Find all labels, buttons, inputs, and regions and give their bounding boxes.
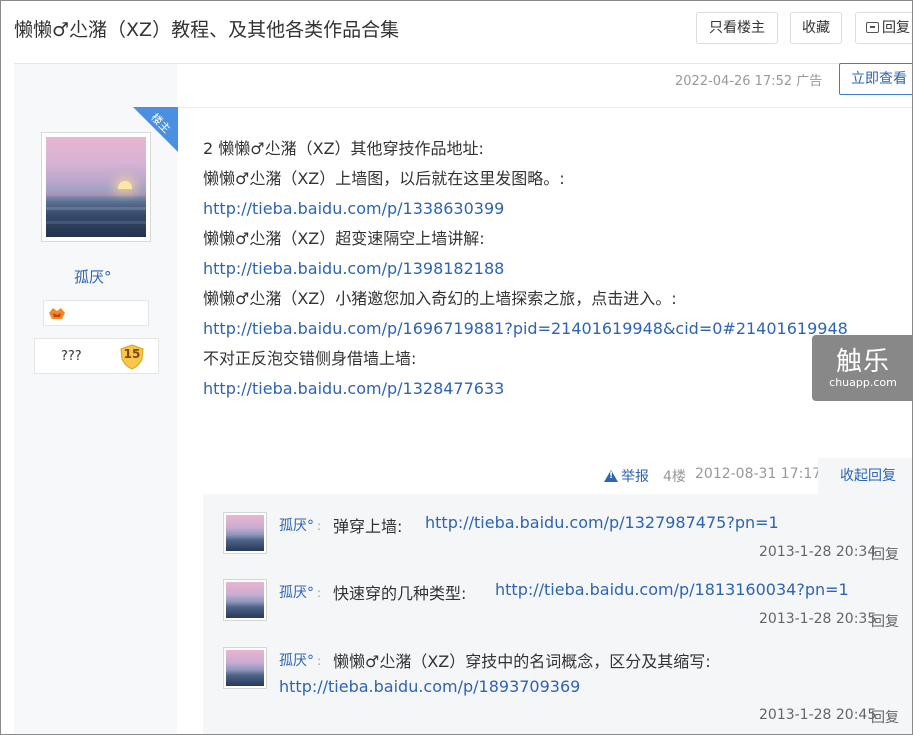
post-line: 懒懒♂尐潴（XZ）超变速隔空上墙讲解: xyxy=(203,224,843,254)
avatar-wave xyxy=(46,192,146,196)
comment-time: 2013-1-28 20:34 xyxy=(759,544,877,560)
comment-username[interactable]: 孤厌°: xyxy=(279,582,324,602)
avatar-wave xyxy=(46,221,146,224)
author-avatar[interactable] xyxy=(41,132,151,242)
comment-avatar[interactable] xyxy=(223,579,267,621)
comment-link[interactable]: http://tieba.baidu.com/p/1327987475?pn=1 xyxy=(425,513,779,532)
post-line: 2 懒懒♂尐潴（XZ）其他穿技作品地址: xyxy=(203,134,843,164)
avatar-wave xyxy=(46,207,146,210)
level-title: ??? xyxy=(61,349,82,364)
report-link[interactable]: 举报 xyxy=(604,466,649,486)
avatar-image xyxy=(226,582,264,618)
comment-link[interactable]: http://tieba.baidu.com/p/1813160034?pn=1 xyxy=(495,580,849,599)
thread-header: 懒懒♂尐潴（XZ）教程、及其他各类作品合集 只看楼主 收藏 回复 xyxy=(1,1,912,57)
watermark-domain: chuapp.com xyxy=(829,376,897,389)
comment-reply-button[interactable]: 回复 xyxy=(871,611,899,631)
avatar-image xyxy=(226,650,264,686)
report-label: 举报 xyxy=(621,469,649,485)
post-text: 懒懒♂尐潴（XZ）小猪邀您加入奇幻的上墙探索之旅，点击进入。: xyxy=(203,289,677,308)
post-text: 不对正反泡交错侧身借墙上墙: xyxy=(203,349,417,368)
favorite-button[interactable]: 收藏 xyxy=(790,12,842,44)
floor-number: 4楼 xyxy=(663,469,686,485)
comment-username[interactable]: 孤厌°: xyxy=(279,515,324,535)
post-text: 2 懒懒♂尐潴（XZ）其他穿技作品地址: xyxy=(203,139,484,158)
comment-text: 弹穿上墙: xyxy=(333,517,403,536)
comment-username-text: 孤厌° xyxy=(279,518,314,534)
only-louzhu-button[interactable]: 只看楼主 xyxy=(696,12,778,44)
author-username[interactable]: 孤厌° xyxy=(74,266,112,287)
comment-icon xyxy=(866,22,879,33)
comment-username-text: 孤厌° xyxy=(279,653,314,669)
comment-username[interactable]: 孤厌°: xyxy=(279,650,324,670)
comment-time: 2013-1-28 20:35 xyxy=(759,611,877,627)
comment-time: 2013-1-28 20:45 xyxy=(759,707,877,723)
ad-datetime: 2022-04-26 17:52 xyxy=(675,74,793,89)
watermark-logo: 触乐 xyxy=(835,347,890,377)
comment-text: 快速穿的几种类型: xyxy=(333,584,467,603)
thread-title: 懒懒♂尐潴（XZ）教程、及其他各类作品合集 xyxy=(14,19,400,41)
post-line: http://tieba.baidu.com/p/1338630399 xyxy=(203,194,843,224)
warning-icon xyxy=(604,470,618,482)
level-number: 15 xyxy=(123,347,141,361)
post-content: 2 懒懒♂尐潴（XZ）其他穿技作品地址: 懒懒♂尐潴（XZ）上墙图，以后就在这里… xyxy=(203,134,848,404)
comment-username-text: 孤厌° xyxy=(279,585,314,601)
avatar-sun xyxy=(118,181,132,189)
comment-link[interactable]: http://tieba.baidu.com/p/1893709369 xyxy=(279,677,580,696)
comment-avatar[interactable] xyxy=(223,512,267,554)
ad-label: 广告 xyxy=(796,74,823,89)
medal-icon[interactable] xyxy=(48,306,66,320)
ad-meta: 2022-04-26 17:52 广告 xyxy=(675,70,822,89)
floor-datetime: 2012-08-31 17:17 xyxy=(695,466,822,482)
post-link[interactable]: http://tieba.baidu.com/p/1696719881?pid=… xyxy=(203,319,848,338)
post-text: 懒懒♂尐潴（XZ）上墙图，以后就在这里发图略。: xyxy=(203,169,565,188)
medal-box xyxy=(43,300,149,326)
comment-avatar[interactable] xyxy=(223,647,267,689)
post-link[interactable]: http://tieba.baidu.com/p/1328477633 xyxy=(203,379,504,398)
comment-list: 孤厌°: 弹穿上墙: http://tieba.baidu.com/p/1327… xyxy=(203,494,912,734)
comment-colon: : xyxy=(317,519,322,533)
comment-reply-button[interactable]: 回复 xyxy=(871,707,899,727)
comment-colon: : xyxy=(317,586,322,600)
post-line: http://tieba.baidu.com/p/1328477633 xyxy=(203,374,843,404)
post-line: http://tieba.baidu.com/p/1696719881?pid=… xyxy=(203,314,848,344)
level-box: ??? 15 xyxy=(34,338,159,374)
post-link[interactable]: http://tieba.baidu.com/p/1338630399 xyxy=(203,199,504,218)
post-line: http://tieba.baidu.com/p/1398182188 xyxy=(203,254,843,284)
post-divider xyxy=(177,107,912,108)
avatar-image xyxy=(46,137,146,237)
comment-text: 懒懒♂尐潴（XZ）穿技中的名词概念，区分及其缩写: xyxy=(333,652,711,671)
post-text: 懒懒♂尐潴（XZ）超变速隔空上墙讲解: xyxy=(203,229,485,248)
reply-button[interactable]: 回复 xyxy=(855,12,912,44)
post-link[interactable]: http://tieba.baidu.com/p/1398182188 xyxy=(203,259,504,278)
post-line: 懒懒♂尐潴（XZ）小猪邀您加入奇幻的上墙探索之旅，点击进入。: xyxy=(203,284,843,314)
collapse-replies-button[interactable]: 收起回复 xyxy=(818,458,912,494)
comment-reply-button[interactable]: 回复 xyxy=(871,544,899,564)
reply-button-label: 回复 xyxy=(882,20,910,36)
chuapp-watermark: 触乐 chuapp.com xyxy=(812,335,912,401)
avatar-image xyxy=(226,515,264,551)
comment-colon: : xyxy=(317,654,322,668)
page-frame: 懒懒♂尐潴（XZ）教程、及其他各类作品合集 只看楼主 收藏 回复 2022-04… xyxy=(0,0,913,735)
post-line: 不对正反泡交错侧身借墙上墙: xyxy=(203,344,843,374)
post-line: 懒懒♂尐潴（XZ）上墙图，以后就在这里发图略。: xyxy=(203,164,843,194)
view-now-button[interactable]: 立即查看 xyxy=(839,63,912,95)
